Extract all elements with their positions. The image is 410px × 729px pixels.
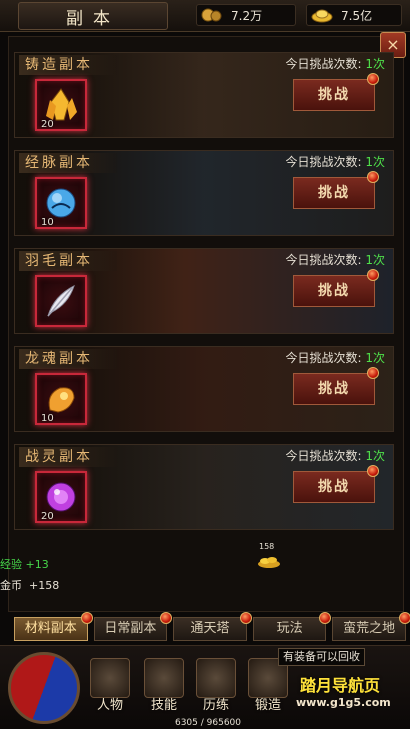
- challenge-count: 今日挑战次数: 1次: [285, 349, 385, 366]
- item-level: 10: [41, 217, 54, 228]
- hud-button-label: 历练: [202, 698, 229, 713]
- challenge-button[interactable]: 挑战: [293, 471, 375, 503]
- challenge-count-label: 今日挑战次数:: [285, 57, 362, 71]
- challenge-count: 今日挑战次数: 1次: [285, 251, 385, 268]
- reward-item-slot[interactable]: 20: [35, 471, 87, 523]
- hud-button-label: 人物: [96, 698, 123, 713]
- notification-dot-icon: [319, 612, 332, 624]
- feather-icon: [47, 285, 75, 317]
- top-bar: 副本 7.2万 7.5亿: [0, 0, 410, 32]
- silver-amount: 7.2万: [231, 8, 263, 23]
- notification-dot-icon: [367, 171, 379, 183]
- dungeon-row: 羽毛副本 今日挑战次数: 1次 挑战: [14, 248, 394, 334]
- gold-ingot-icon: [311, 9, 333, 23]
- watermark-url: www.g1g5.com: [296, 696, 391, 709]
- dungeon-row: 战灵副本 20 今日挑战次数: 1次 挑战: [14, 444, 394, 530]
- gold-gain-value: +158: [29, 579, 60, 592]
- tab-sky-tower[interactable]: 通天塔: [173, 612, 252, 641]
- hud-button-label: 技能: [150, 698, 177, 713]
- notification-dot-icon: [367, 465, 379, 477]
- item-level: 10: [41, 413, 54, 424]
- watermark-text: 踏月导航页: [300, 676, 381, 695]
- exp-gain-text: 经验 +13: [0, 558, 49, 571]
- challenge-count-value: 1次: [365, 155, 385, 169]
- notification-dot-icon: [160, 612, 173, 624]
- dungeon-row: 铸造副本 20 今日挑战次数: 1次 挑战: [14, 52, 394, 138]
- tab-bar: 材料副本 日常副本 通天塔 玩法 蛮荒之地: [14, 612, 410, 643]
- gold-currency: 7.5亿: [306, 4, 402, 26]
- dungeon-name: 经脉副本: [19, 153, 117, 173]
- challenge-count-value: 1次: [365, 449, 385, 463]
- challenge-button[interactable]: 挑战: [293, 275, 375, 307]
- helmet-icon: [90, 658, 130, 698]
- tab-daily-dungeon[interactable]: 日常副本: [93, 612, 173, 641]
- tab-label: 日常副本: [104, 621, 157, 636]
- dungeon-row: 经脉副本 10 今日挑战次数: 1次 挑战: [14, 150, 394, 236]
- tab-label: 玩法: [276, 621, 303, 636]
- dungeon-name: 铸造副本: [19, 55, 117, 75]
- exp-text: 6305 / 965600: [174, 718, 241, 728]
- silver-currency: 7.2万: [196, 4, 296, 26]
- challenge-count-value: 1次: [365, 253, 385, 267]
- challenge-count-label: 今日挑战次数:: [285, 155, 362, 169]
- tab-label: 通天塔: [190, 621, 230, 636]
- gold-gain-text: 金币 +158: [0, 577, 59, 593]
- tab-material-dungeon[interactable]: 材料副本: [14, 612, 93, 641]
- gold-pile-icon: [258, 557, 280, 568]
- challenge-count-label: 今日挑战次数:: [285, 253, 362, 267]
- tab-gameplay[interactable]: 玩法: [252, 612, 332, 641]
- reward-item-slot[interactable]: 10: [35, 373, 87, 425]
- dungeon-name: 战灵副本: [19, 447, 117, 467]
- notification-dot-icon: [239, 612, 252, 624]
- notification-dot-icon: [367, 367, 379, 379]
- notification-dot-icon: [367, 73, 379, 85]
- forge-button[interactable]: 锻造: [246, 658, 290, 716]
- coin-drop[interactable]: 158: [255, 542, 285, 572]
- challenge-count: 今日挑战次数: 1次: [285, 55, 385, 72]
- challenge-button[interactable]: 挑战: [293, 373, 375, 405]
- hp-mp-orb: [8, 652, 80, 724]
- reward-item-slot[interactable]: 10: [35, 177, 87, 229]
- skill-button[interactable]: 技能: [142, 658, 186, 716]
- notification-dot-icon: [367, 269, 379, 281]
- challenge-count-label: 今日挑战次数:: [285, 449, 362, 463]
- reward-item-slot[interactable]: [35, 275, 87, 327]
- challenge-button[interactable]: 挑战: [293, 177, 375, 209]
- challenge-button[interactable]: 挑战: [293, 79, 375, 111]
- challenge-count-label: 今日挑战次数:: [285, 351, 362, 365]
- reward-item-slot[interactable]: 20: [35, 79, 87, 131]
- challenge-count-value: 1次: [365, 57, 385, 71]
- challenge-count: 今日挑战次数: 1次: [285, 153, 385, 170]
- dungeon-name: 羽毛副本: [19, 251, 117, 271]
- page-title: 副本: [18, 2, 168, 30]
- item-level: 20: [41, 511, 54, 522]
- item-level: 20: [41, 119, 54, 130]
- hud-button-label: 锻造: [254, 698, 281, 713]
- coin-drop-count: 158: [259, 542, 275, 551]
- silver-ingot-icon: [201, 8, 222, 22]
- notification-dot-icon: [398, 612, 410, 624]
- challenge-count-value: 1次: [365, 351, 385, 365]
- notification-dot-icon: [80, 612, 93, 624]
- gold-gain-label: 金币: [0, 579, 22, 592]
- skill-book-icon: [144, 658, 184, 698]
- tab-label: 蛮荒之地: [343, 621, 396, 636]
- armor-icon: [196, 658, 236, 698]
- recycle-tooltip: 有装备可以回收: [278, 648, 365, 666]
- training-button[interactable]: 历练: [194, 658, 238, 716]
- tab-wasteland[interactable]: 蛮荒之地: [332, 612, 410, 641]
- tab-label: 材料副本: [24, 621, 77, 636]
- dungeon-row: 龙魂副本 10 今日挑战次数: 1次 挑战: [14, 346, 394, 432]
- character-button[interactable]: 人物: [88, 658, 132, 716]
- gold-amount: 7.5亿: [341, 8, 373, 23]
- challenge-count: 今日挑战次数: 1次: [285, 447, 385, 464]
- dungeon-name: 龙魂副本: [19, 349, 117, 369]
